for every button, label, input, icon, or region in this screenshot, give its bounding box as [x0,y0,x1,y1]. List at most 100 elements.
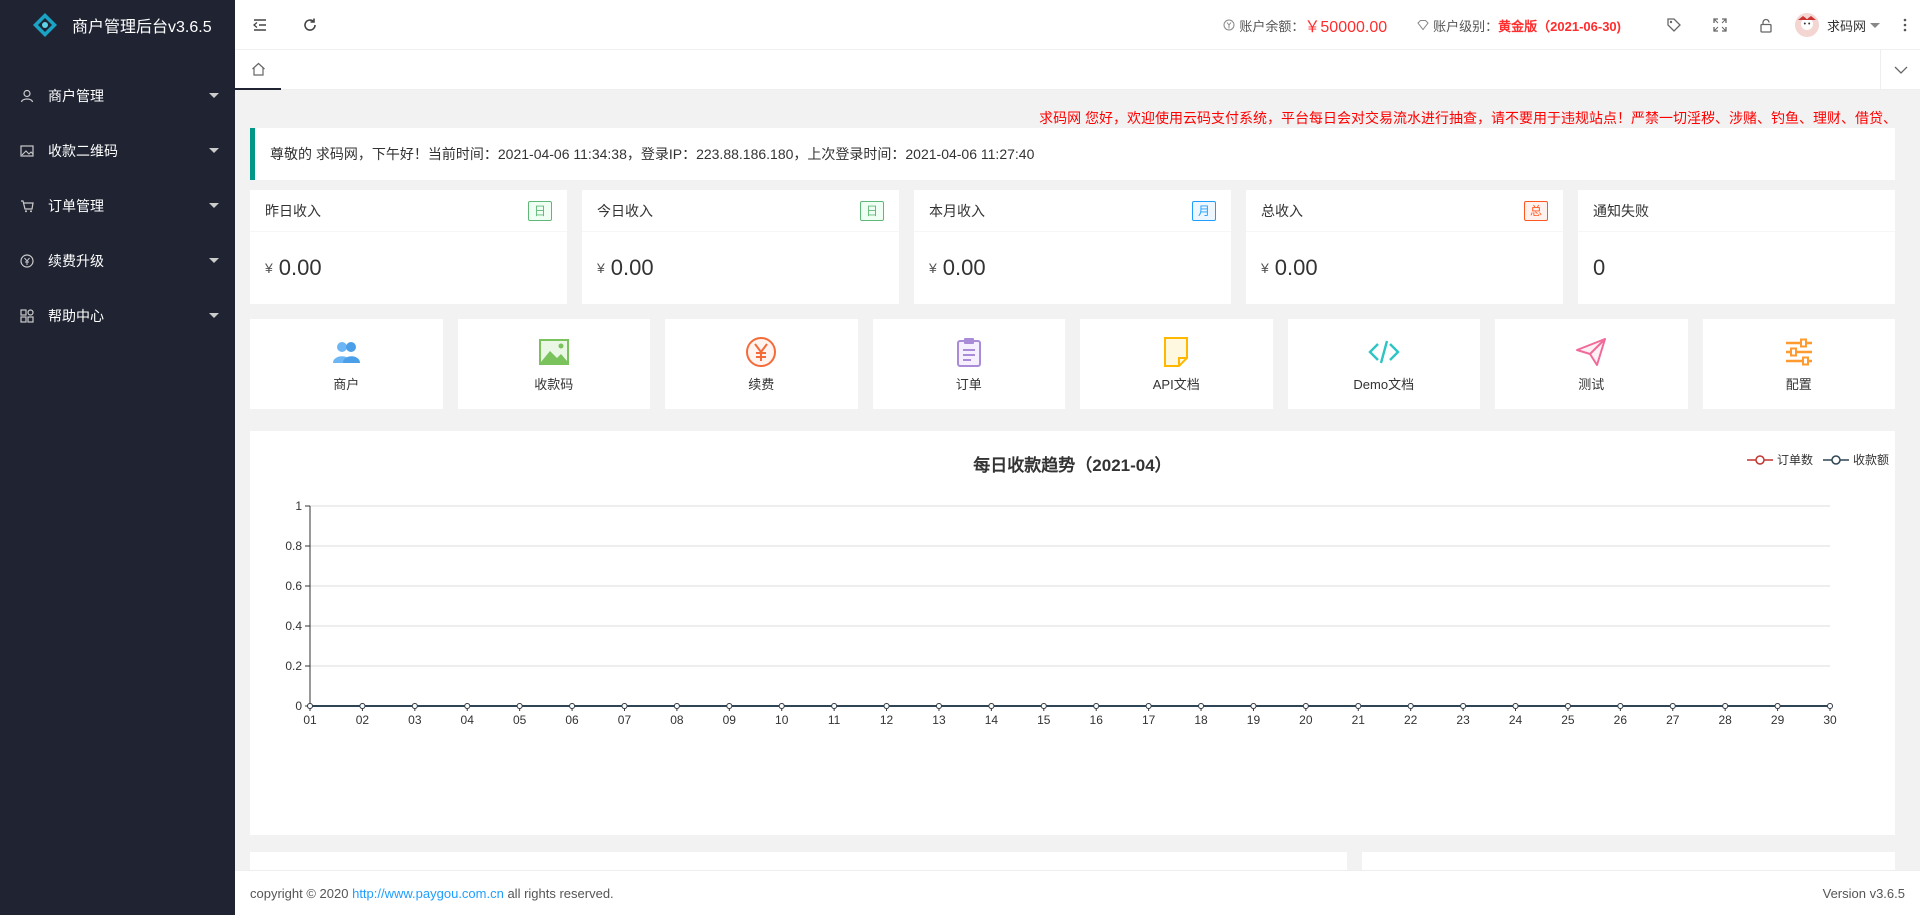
x-tick-label: 19 [1247,713,1261,727]
fullscreen-button[interactable] [1697,0,1743,50]
data-point [1460,703,1467,709]
sidebar-menu: 商户管理 收款二维码 订单管理 续费升级 帮助中心 [0,68,235,343]
tab-bar [235,50,1920,90]
shortcut-qrcode[interactable]: 收款码 [457,319,650,409]
x-tick-label: 04 [461,713,475,727]
tab-dropdown-button[interactable] [1880,50,1920,90]
x-tick-label: 27 [1666,713,1680,727]
apps-icon [20,308,34,323]
balance-label: 账户余额： [1239,18,1305,34]
stat-value: 0.00 [1274,255,1318,280]
x-tick-label: 08 [670,713,684,727]
cart-icon [21,199,34,212]
x-tick-label: 12 [880,713,894,727]
lock-screen-button[interactable] [1743,0,1789,50]
tab-home[interactable] [235,50,281,90]
shortcut-test[interactable]: 测试 [1495,319,1688,409]
shortcut-demo-doc[interactable]: Demo文档 [1287,319,1480,409]
more-options-button[interactable] [1890,0,1920,50]
data-point [1040,703,1047,709]
y-tick-label: 0.2 [285,659,302,673]
y-tick-label: 0 [295,699,302,713]
x-tick-label: 06 [565,713,579,727]
x-tick-label: 14 [985,713,999,727]
currency-symbol: ¥ [1261,260,1269,276]
level-label: 账户级别： [1433,18,1499,34]
bottom-cards [250,852,1895,870]
y-tick-label: 1 [295,499,302,513]
data-point [726,703,733,709]
top-header: 账户余额： ￥50000.00 账户级别： 黄金版（2021-06-30) 求码… [235,0,1920,50]
toggle-sidebar-button[interactable] [235,0,285,50]
x-tick-label: 24 [1509,713,1523,727]
welcome-message: 尊敬的 求码网，下午好！当前时间：2021-04-06 11:34:38，登录I… [250,128,1895,180]
data-point [307,703,313,709]
sidebar-item-orders[interactable]: 订单管理 [0,178,235,233]
latest-info-card [250,852,1347,870]
data-point [883,703,890,709]
line-chart: 0 0.2 0.4 0.6 0.8 1 01 02 03 04 05 06 07 08 09 10 11 12 13… [285,499,1837,727]
user-icon [20,89,34,102]
data-point [1355,703,1362,709]
x-tick-label: 18 [1194,713,1208,727]
user-menu[interactable]: 求码网 [1789,13,1890,37]
app-title: 商户管理后台v3.6.5 [72,19,212,36]
sidebar-item-merchant[interactable]: 商户管理 [0,68,235,123]
sidebar-item-help[interactable]: 帮助中心 [0,288,235,343]
data-point [569,703,576,709]
chevron-down-icon [209,258,219,263]
x-tick-label: 01 [303,713,317,727]
sidebar-item-renew[interactable]: 续费升级 [0,233,235,288]
stat-badge: 日 [527,200,552,221]
x-tick-label: 26 [1614,713,1628,727]
sidebar-item-qrcode[interactable]: 收款二维码 [0,123,235,178]
tag-icon [1667,18,1681,32]
x-tick-label: 20 [1299,713,1313,727]
shortcut-merchant[interactable]: 商户 [250,319,443,409]
picture-icon [538,338,569,365]
data-point [673,703,680,709]
data-point [1093,703,1100,709]
chevron-down-icon [209,148,219,153]
shortcut-api-doc[interactable]: API文档 [1080,319,1273,409]
yen-circle-icon [1223,19,1235,31]
stats-row: 昨日收入日 ¥0.00 今日收入日 ¥0.00 本月收入月 ¥0.00 总收入总… [250,190,1895,304]
x-tick-label: 16 [1090,713,1104,727]
copyright-prefix: copyright © 2020 [250,885,353,901]
shortcut-renew[interactable]: 续费 [665,319,858,409]
x-tick-label: 23 [1456,713,1470,727]
header-right: 账户余额： ￥50000.00 账户级别： 黄金版（2021-06-30) 求码… [1223,0,1920,50]
shortcut-label: 测试 [1578,376,1605,392]
sidebar-item-label: 续费升级 [48,252,104,269]
menu-fold-icon [252,18,266,31]
x-tick-label: 21 [1352,713,1366,727]
chevron-down-icon [1894,66,1907,74]
data-point [621,703,628,709]
shortcut-label: 收款码 [534,376,574,392]
side-info-card [1362,852,1895,870]
level-info: 账户级别： 黄金版（2021-06-30) [1417,16,1621,35]
x-tick-label: 22 [1404,713,1418,727]
notice-marquee: 求码网 您好，欢迎使用云码支付系统，平台每日会对交易流水进行抽查，请不要用于违规… [1039,110,1897,126]
refresh-icon [304,18,316,31]
stat-card: 通知失败 0 [1578,190,1895,304]
shortcut-orders[interactable]: 订单 [872,319,1065,409]
stat-badge: 月 [1191,200,1216,221]
refresh-button[interactable] [285,0,335,50]
tag-button[interactable] [1651,0,1697,50]
data-point [1250,703,1257,709]
data-point [1617,703,1624,709]
shortcut-config[interactable]: 配置 [1702,319,1895,409]
stat-value: 0 [1593,255,1606,280]
data-point [831,703,838,709]
sidebar-item-label: 收款二维码 [48,142,118,159]
data-point [411,703,418,709]
footer-link[interactable]: http://www.paygou.com.cn [352,886,504,901]
data-point [516,703,523,709]
users-icon [333,341,361,363]
data-point [1774,703,1781,709]
version-label: Version v3.6.5 [1822,885,1905,901]
x-tick-label: 03 [408,713,422,727]
x-tick-label: 13 [932,713,946,727]
logo[interactable]: 商户管理后台v3.6.5 [0,0,235,50]
